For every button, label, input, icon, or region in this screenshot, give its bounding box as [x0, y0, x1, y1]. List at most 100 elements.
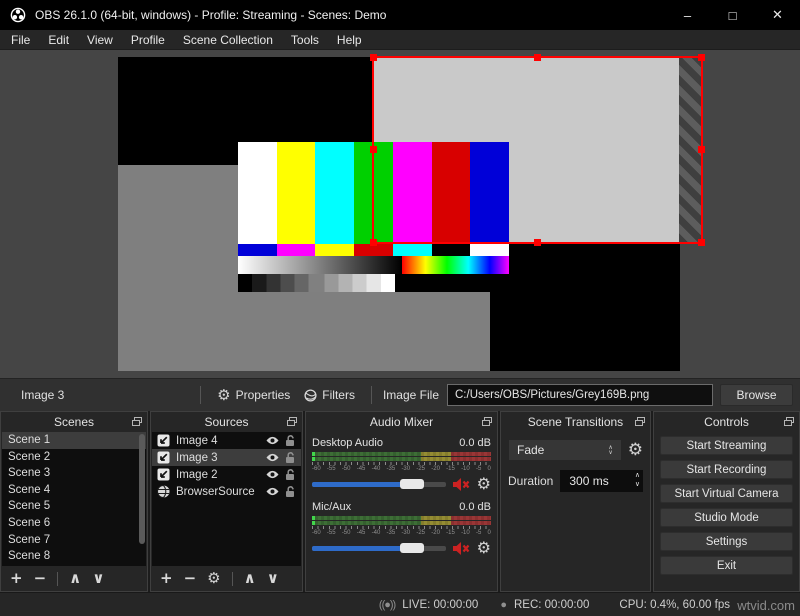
unlock-icon[interactable] [285, 451, 296, 464]
channel-settings-gear-icon[interactable]: ⚙ [477, 476, 491, 492]
image-file-input[interactable] [447, 384, 713, 406]
scene-list-item[interactable]: Scene 8 [2, 548, 146, 565]
transition-settings-gear-icon[interactable]: ⚙ [628, 441, 643, 459]
mixer-channel-desktop-audio: Desktop Audio 0.0 dB -60 -55 -50 -45 -40 -35-… [306, 432, 497, 499]
visibility-eye-icon[interactable] [266, 436, 279, 445]
greyscale-gradient [238, 256, 402, 274]
channel-name: Desktop Audio [312, 437, 383, 449]
start-virtual-camera-button[interactable]: Start Virtual Camera [660, 484, 793, 503]
mute-button[interactable] [452, 477, 470, 491]
resize-handle-top-left[interactable] [370, 54, 377, 61]
scene-list-item[interactable]: Scene 5 [2, 498, 146, 515]
menu-file[interactable]: File [2, 31, 39, 49]
source-properties-button[interactable]: ⚙ [207, 571, 220, 586]
mute-button[interactable] [452, 541, 470, 555]
scene-list-item[interactable]: Scene 2 [2, 449, 146, 466]
duration-spinbox[interactable]: 300 ms ∧ ∨ [560, 470, 643, 492]
resize-handle-bottom-left[interactable] [370, 239, 377, 246]
scene-list-item[interactable]: Scene 1 [2, 432, 146, 449]
popout-icon[interactable] [287, 417, 297, 426]
menu-tools[interactable]: Tools [282, 31, 328, 49]
add-source-button[interactable]: + [160, 571, 173, 586]
scene-transitions-dock-header[interactable]: Scene Transitions [501, 412, 650, 432]
resize-handle-middle-left[interactable] [370, 146, 377, 153]
move-scene-down-button[interactable]: ∨ [92, 571, 104, 586]
scenes-dock-title: Scenes [53, 415, 95, 429]
volume-slider-handle[interactable] [400, 543, 425, 553]
volume-meter: -60 -55 -50 -45 -40 -35 -30 -25 -20 -15 -10 -5 0 [312, 516, 491, 537]
browse-button[interactable]: Browse [720, 384, 793, 406]
unlock-icon[interactable] [285, 434, 296, 447]
selection-bounding-box[interactable] [370, 54, 705, 246]
selected-source-label: Image 3 [21, 388, 65, 402]
scene-list-item[interactable]: Scene 7 [2, 532, 146, 549]
preview-area[interactable] [0, 50, 800, 378]
audio-mixer-dock: Audio Mixer Desktop Audio 0.0 dB -60 -55-… [305, 411, 498, 592]
resize-handle-top-right[interactable] [698, 54, 705, 61]
scene-list-item[interactable]: Scene 3 [2, 465, 146, 482]
duration-increment[interactable]: ∧ [635, 471, 640, 480]
exit-button[interactable]: Exit [660, 556, 793, 575]
volume-slider[interactable] [312, 479, 446, 489]
volume-slider[interactable] [312, 543, 446, 553]
filters-label: Filters [322, 388, 355, 402]
scene-transitions-dock-title: Scene Transitions [527, 415, 624, 429]
remove-source-button[interactable]: − [184, 571, 197, 586]
scenes-dock-header[interactable]: Scenes [1, 412, 147, 432]
popout-icon[interactable] [635, 417, 645, 426]
scene-list-item[interactable]: Scene 4 [2, 482, 146, 499]
sources-dock-header[interactable]: Sources [151, 412, 302, 432]
menu-scene-collection[interactable]: Scene Collection [174, 31, 282, 49]
properties-button[interactable]: ⚙ Properties [210, 385, 297, 406]
popout-icon[interactable] [482, 417, 492, 426]
maximize-button[interactable]: □ [710, 0, 755, 30]
gear-icon: ⚙ [217, 385, 231, 404]
image-icon [157, 434, 170, 447]
start-streaming-button[interactable]: Start Streaming [660, 436, 793, 455]
menu-profile[interactable]: Profile [122, 31, 174, 49]
controls-dock-header[interactable]: Controls [654, 412, 799, 432]
menu-view[interactable]: View [78, 31, 122, 49]
unlock-icon[interactable] [285, 468, 296, 481]
remove-scene-button[interactable]: − [34, 571, 47, 586]
start-recording-button[interactable]: Start Recording [660, 460, 793, 479]
channel-settings-gear-icon[interactable]: ⚙ [477, 540, 491, 556]
rec-time: REC: 00:00:00 [513, 598, 590, 611]
volume-slider-handle[interactable] [400, 479, 425, 489]
move-source-down-button[interactable]: ∨ [267, 571, 279, 586]
visibility-eye-icon[interactable] [266, 487, 279, 496]
menu-help[interactable]: Help [328, 31, 371, 49]
source-row-selected[interactable]: Image 3 [152, 449, 301, 466]
source-row[interactable]: BrowserSource [152, 483, 301, 500]
unlock-icon[interactable] [285, 485, 296, 498]
settings-button[interactable]: Settings [660, 532, 793, 551]
visibility-eye-icon[interactable] [266, 470, 279, 479]
duration-decrement[interactable]: ∨ [635, 480, 640, 489]
audio-mixer-dock-header[interactable]: Audio Mixer [306, 412, 497, 432]
close-button[interactable]: ✕ [755, 0, 800, 30]
source-row[interactable]: Image 2 [152, 466, 301, 483]
scene-list-item[interactable]: Scene 6 [2, 515, 146, 532]
add-scene-button[interactable]: + [10, 571, 23, 586]
move-scene-up-button[interactable]: ∧ [69, 571, 81, 586]
scene-list-scrollbar[interactable] [139, 434, 145, 544]
transition-select[interactable]: Fade ∧ ∨ [508, 439, 622, 461]
popout-icon[interactable] [132, 417, 142, 426]
resize-handle-middle-right[interactable] [698, 146, 705, 153]
popout-icon[interactable] [784, 417, 794, 426]
resize-handle-bottom-center[interactable] [533, 239, 541, 246]
resize-handle-bottom-right[interactable] [698, 239, 705, 246]
volume-meter: -60 -55 -50 -45 -40 -35 -30 -25 -20 -15 -10 -5 0 [312, 452, 491, 473]
move-source-up-button[interactable]: ∧ [244, 571, 256, 586]
resize-handle-top-center[interactable] [533, 54, 541, 61]
source-row[interactable]: Image 4 [152, 432, 301, 449]
image-icon [157, 451, 170, 464]
menu-edit[interactable]: Edit [39, 31, 78, 49]
visibility-eye-icon[interactable] [266, 453, 279, 462]
filters-button[interactable]: Filters [297, 385, 362, 405]
source-toolbar: Image 3 ⚙ Properties Filters Image File … [0, 378, 800, 411]
filters-icon [304, 388, 317, 402]
minimize-button[interactable]: – [665, 0, 710, 30]
studio-mode-button[interactable]: Studio Mode [660, 508, 793, 527]
globe-icon [157, 485, 170, 498]
